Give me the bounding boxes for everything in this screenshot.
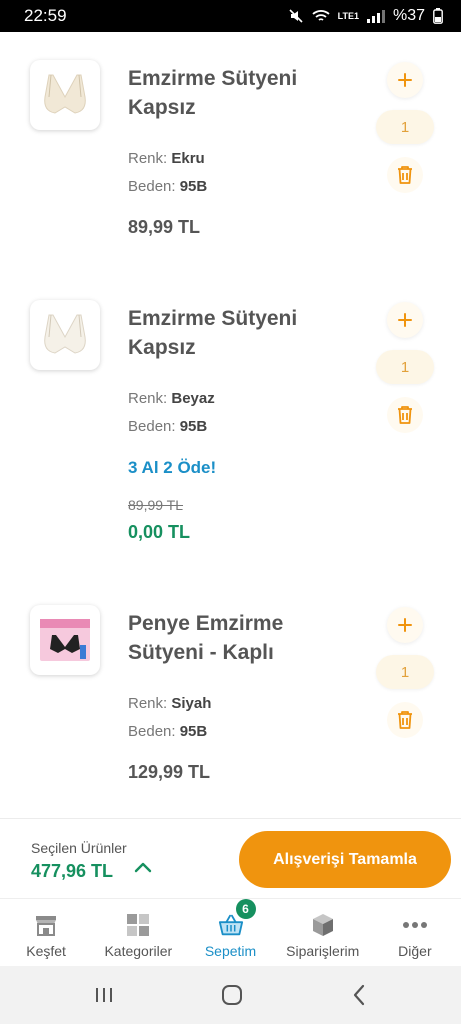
product-title[interactable]: Penye Emzirme Sütyeni - Kaplı — [128, 609, 348, 667]
tab-siparislerim[interactable]: Siparişlerim — [277, 899, 369, 966]
tab-label: Kategoriler — [104, 943, 173, 959]
remove-item-button[interactable] — [387, 157, 423, 193]
quantity-value: 1 — [376, 655, 434, 689]
status-time: 22:59 — [24, 6, 67, 25]
size-value: 95B — [179, 418, 208, 435]
grid-icon — [127, 914, 150, 936]
cart-item: Emzirme Sütyeni Kapsız Renk: Beyaz Beden… — [0, 272, 461, 572]
product-image[interactable] — [30, 60, 100, 130]
cart-summary: Seçilen Ürünler 477,96 TL Alışverişi Tam… — [0, 818, 461, 898]
remove-item-button[interactable] — [387, 397, 423, 433]
bottom-tab-bar: Keşfet Kategoriler 6 Sepetim Siparişleri… — [0, 898, 461, 966]
product-color: Renk: Ekru — [128, 150, 205, 167]
recent-apps-icon[interactable] — [94, 986, 114, 1004]
product-price: 129,99 TL — [128, 762, 211, 782]
checkout-button[interactable]: Alışverişi Tamamla — [239, 831, 451, 888]
battery-icon — [433, 8, 443, 24]
size-value: 95B — [179, 178, 208, 195]
cart-total: 477,96 TL — [31, 861, 114, 881]
size-label: Beden: — [128, 178, 176, 195]
bra-image — [44, 314, 86, 354]
size-value: 95B — [179, 723, 208, 740]
battery-level: %37 — [392, 7, 425, 24]
quantity-value: 1 — [376, 350, 434, 384]
color-value: Siyah — [171, 695, 212, 712]
color-value: Ekru — [171, 150, 205, 167]
product-price: 0,00 TL — [128, 522, 191, 542]
product-size: Beden: 95B — [128, 178, 207, 195]
size-label: Beden: — [128, 418, 176, 435]
color-label: Renk: — [128, 695, 168, 712]
cart-count-badge: 6 — [235, 899, 256, 919]
product-size: Beden: 95B — [128, 418, 207, 435]
cart-item: Emzirme Sütyeni Kapsız Renk: Ekru Beden:… — [0, 32, 461, 272]
tab-sepetim[interactable]: 6 Sepetim — [184, 899, 276, 966]
product-image[interactable] — [30, 300, 100, 370]
tab-label: Diğer — [398, 943, 432, 959]
product-box-image — [40, 619, 90, 661]
wifi-icon — [312, 10, 330, 21]
trash-icon — [398, 711, 412, 729]
product-size: Beden: 95B — [128, 723, 207, 740]
plus-icon — [398, 618, 412, 632]
product-image[interactable] — [30, 605, 100, 675]
trash-icon — [398, 166, 412, 184]
tab-kesfet[interactable]: Keşfet — [0, 899, 92, 966]
tab-diger[interactable]: Diğer — [369, 899, 461, 966]
size-label: Beden: — [128, 723, 176, 740]
product-price: 89,99 TL — [128, 217, 201, 237]
tab-kategoriler[interactable]: Kategoriler — [92, 899, 184, 966]
promo-label: 3 Al 2 Öde! — [128, 458, 217, 477]
product-color: Renk: Beyaz — [128, 390, 215, 407]
product-title[interactable]: Emzirme Sütyeni Kapsız — [128, 304, 348, 362]
trash-icon — [398, 406, 412, 424]
network-type: LTE1 — [337, 11, 359, 21]
system-nav-bar — [0, 966, 461, 1024]
mute-icon — [289, 9, 303, 23]
increase-quantity-button[interactable] — [387, 62, 423, 98]
color-value: Beyaz — [171, 390, 215, 407]
increase-quantity-button[interactable] — [387, 607, 423, 643]
product-color: Renk: Siyah — [128, 695, 211, 712]
cart-item: Penye Emzirme Sütyeni - Kaplı Renk: Siya… — [0, 577, 461, 817]
bra-image — [44, 74, 86, 114]
signal-icon — [366, 9, 385, 23]
tab-label: Sepetim — [204, 943, 257, 959]
plus-icon — [398, 73, 412, 87]
old-price: 89,99 TL — [128, 497, 184, 513]
product-title[interactable]: Emzirme Sütyeni Kapsız — [128, 64, 348, 122]
cart-list[interactable]: Emzirme Sütyeni Kapsız Renk: Ekru Beden:… — [0, 32, 461, 818]
tab-label: Siparişlerim — [286, 943, 360, 959]
tab-label: Keşfet — [26, 943, 66, 959]
selected-items-label: Seçilen Ürünler — [31, 840, 127, 856]
status-bar: 22:59 LTE1 %37 — [0, 0, 461, 32]
color-label: Renk: — [128, 150, 168, 167]
box-icon — [312, 914, 333, 936]
color-label: Renk: — [128, 390, 168, 407]
back-icon[interactable] — [351, 984, 367, 1006]
status-icons: LTE1 %37 — [288, 7, 443, 25]
quantity-value: 1 — [376, 110, 434, 144]
remove-item-button[interactable] — [387, 702, 423, 738]
plus-icon — [398, 313, 412, 327]
store-icon — [36, 916, 57, 936]
home-icon[interactable] — [221, 984, 243, 1006]
increase-quantity-button[interactable] — [387, 302, 423, 338]
more-icon — [402, 922, 427, 928]
chevron-up-icon[interactable] — [133, 860, 153, 874]
